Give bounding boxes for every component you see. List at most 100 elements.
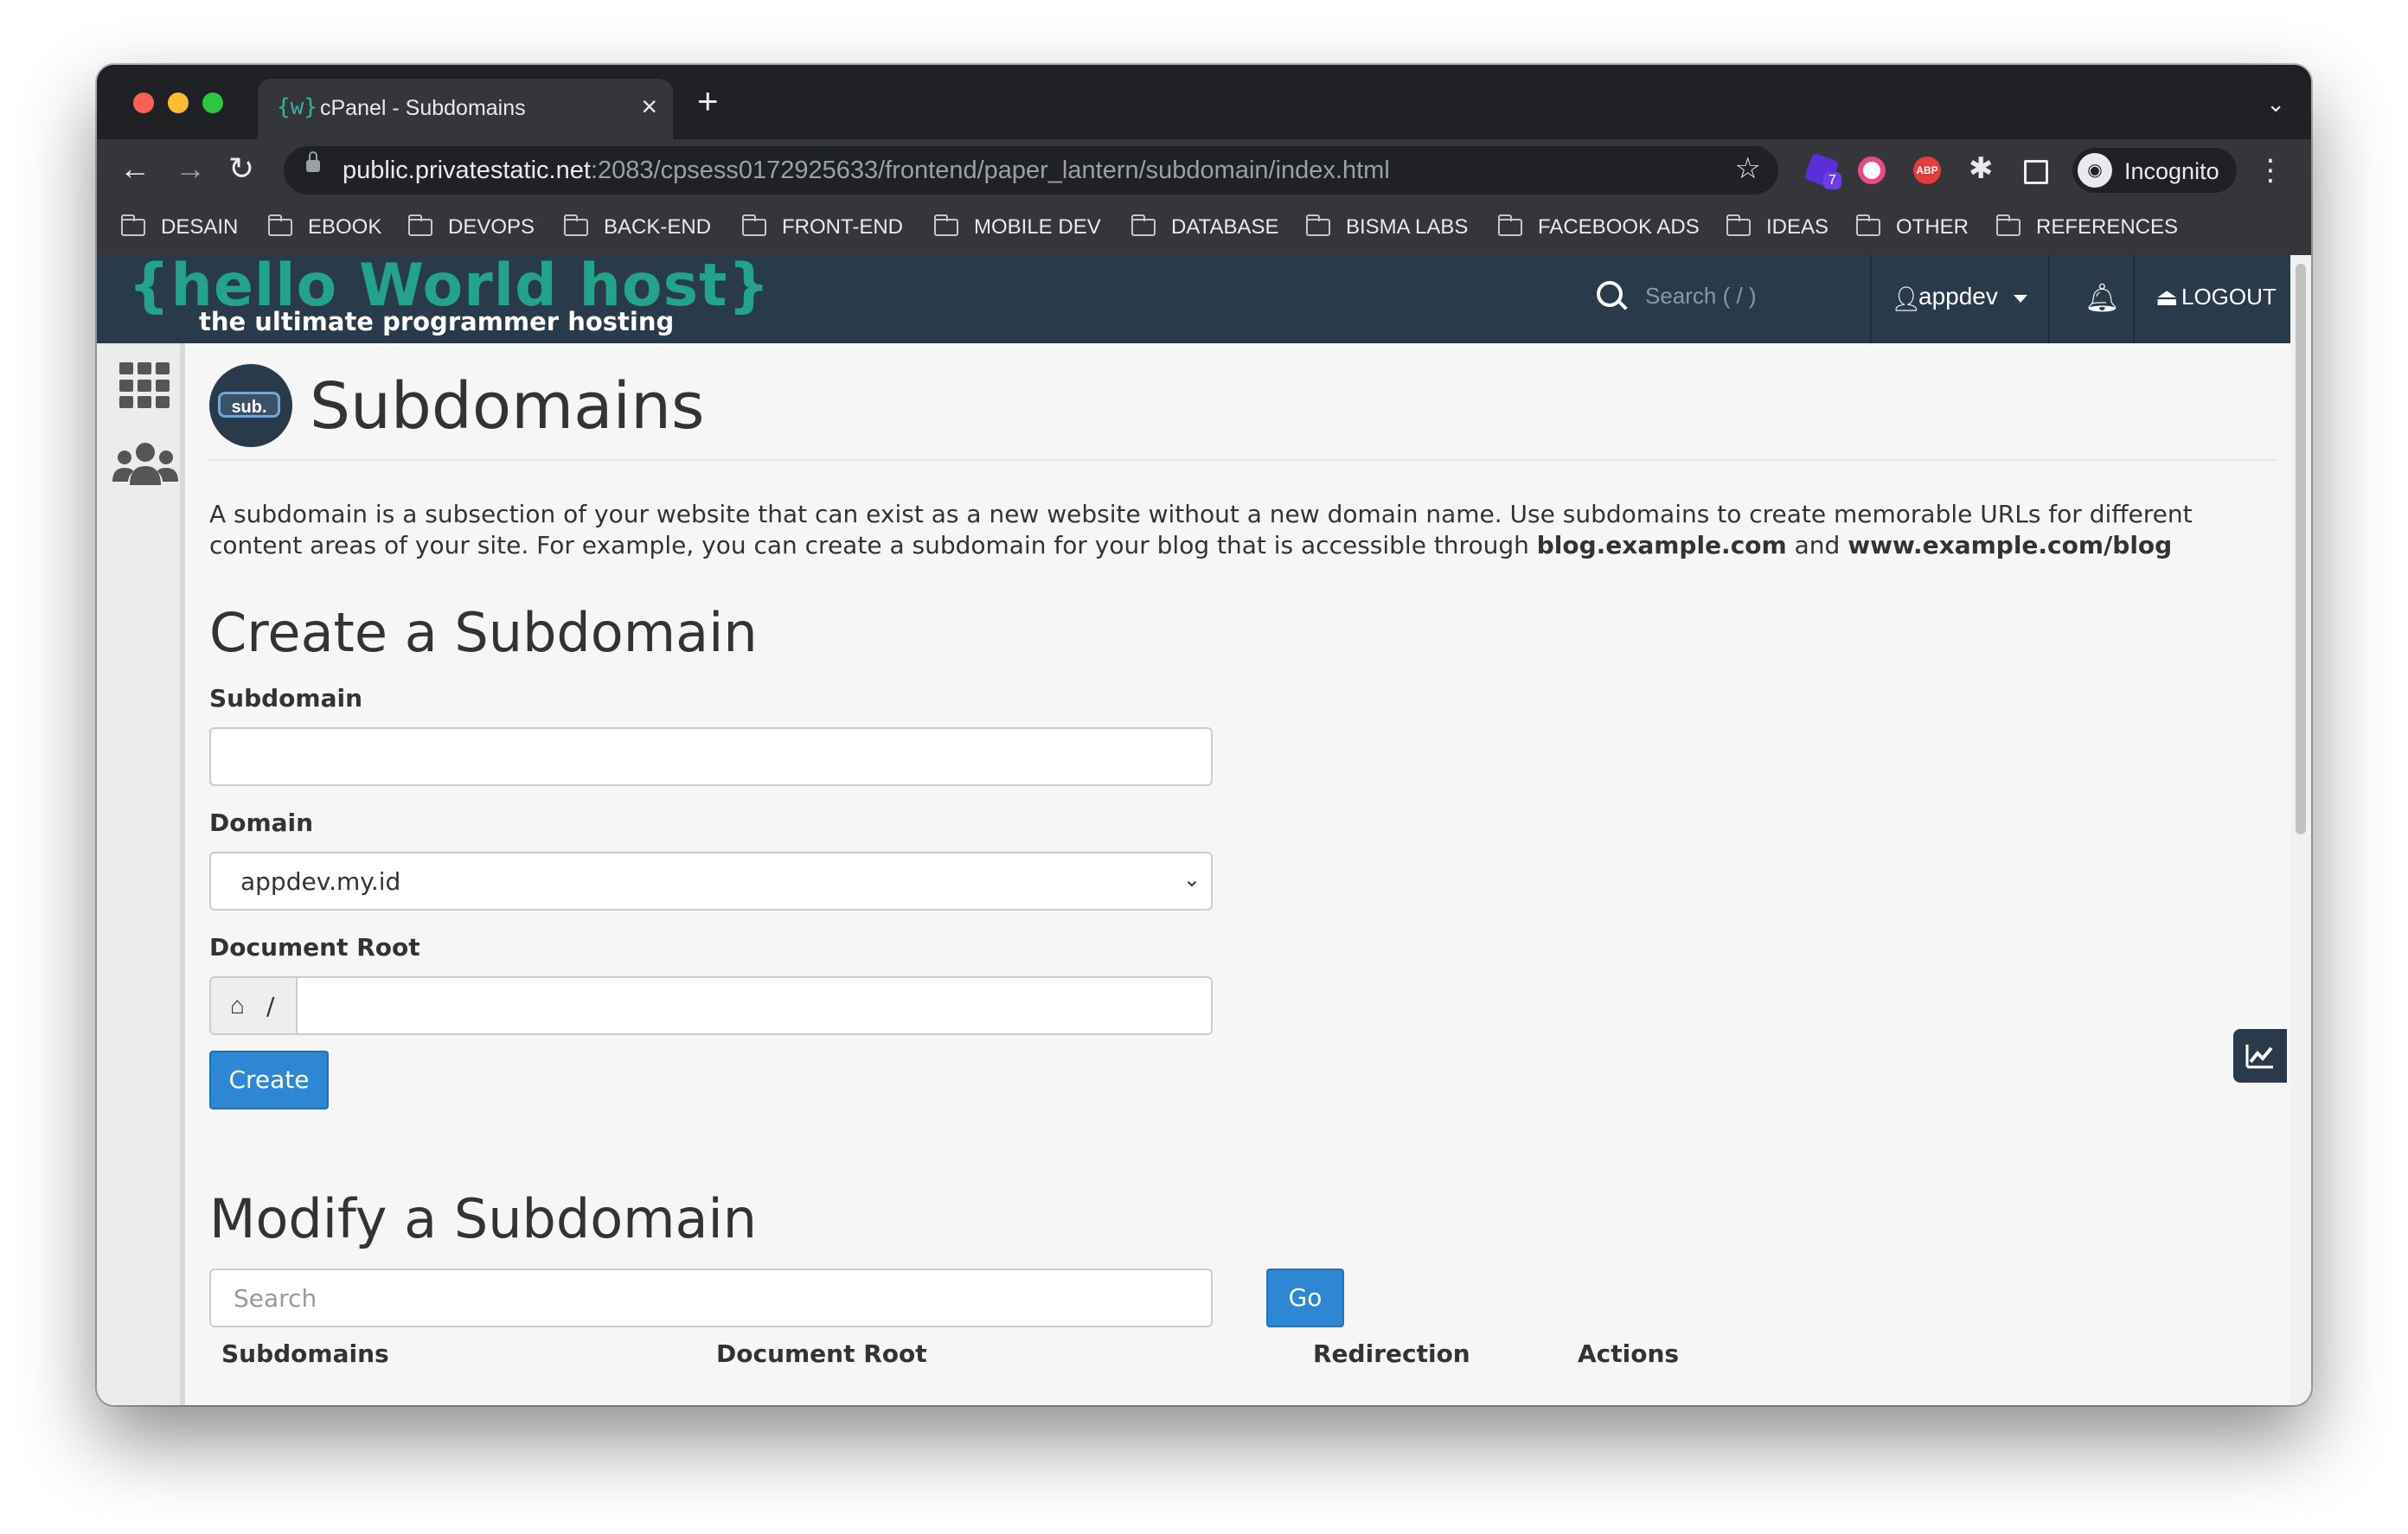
bookmark-folder[interactable]: BISMA LABS	[1306, 214, 1468, 240]
folder-icon	[1131, 214, 1156, 236]
column-header-actions: Actions	[1578, 1339, 1680, 1368]
page-scrollbar[interactable]	[2290, 255, 2311, 1405]
document-root-label: Document Root	[209, 933, 420, 962]
url-text[interactable]: public.privatestatic.net:2083/cpsess0172…	[343, 157, 1390, 185]
folder-icon	[1996, 214, 2021, 236]
browser-menu-icon[interactable]: ⋮	[2256, 153, 2285, 188]
domain-selected-value: appdev.my.id	[240, 867, 401, 896]
apps-grid-icon[interactable]	[119, 362, 170, 409]
folder-icon	[742, 214, 766, 236]
logo-tagline: the ultimate programmer hosting	[199, 307, 675, 336]
side-panel-icon[interactable]	[2024, 160, 2048, 184]
tab-close-icon[interactable]: ×	[641, 91, 657, 123]
user-menu[interactable]: appdev	[1918, 283, 1998, 310]
folder-icon	[121, 214, 145, 236]
tab-title: cPanel - Subdomains	[320, 96, 526, 120]
bookmark-star-icon[interactable]: ☆	[1735, 151, 1761, 186]
bookmark-folder[interactable]: OTHER	[1856, 214, 1969, 240]
bookmark-folder[interactable]: DEVOPS	[408, 214, 535, 240]
chevron-down-icon: ⌄	[1182, 868, 1201, 892]
chart-line-icon	[2245, 1045, 2273, 1069]
adblock-extension-icon[interactable]: ABP	[1913, 157, 1941, 184]
column-header-subdomains[interactable]: Subdomains	[221, 1339, 389, 1368]
tab-search-chevron-icon[interactable]: ⌄	[2266, 91, 2285, 118]
folder-icon	[268, 214, 292, 236]
close-window-button[interactable]	[133, 93, 154, 113]
search-icon[interactable]	[1597, 281, 1623, 307]
browser-window: {w} cPanel - Subdomains × + ⌄ ← → ↻ publ…	[97, 65, 2311, 1405]
folder-icon	[1856, 214, 1880, 236]
cpanel-header: {hello World host} the ultimate programm…	[97, 255, 2290, 343]
subdomain-input[interactable]	[209, 727, 1213, 786]
bookmark-folder[interactable]: BACK-END	[564, 214, 711, 240]
modify-subdomain-heading: Modify a Subdomain	[209, 1187, 758, 1250]
user-icon: 👤︎	[1891, 285, 1922, 312]
search-placeholder: Search	[234, 1284, 317, 1313]
scrollbar-thumb[interactable]	[2296, 264, 2306, 834]
go-button[interactable]: Go	[1266, 1269, 1344, 1327]
bookmark-folder[interactable]: MOBILE DEV	[934, 214, 1101, 240]
document-root-slash: /	[266, 992, 275, 1020]
new-tab-button[interactable]: +	[697, 83, 719, 119]
page-description: A subdomain is a subsection of your webs…	[209, 500, 2193, 559]
incognito-label: Incognito	[2124, 158, 2219, 184]
home-icon: ⌂	[230, 992, 245, 1019]
bookmark-folder[interactable]: IDEAS	[1726, 214, 1828, 240]
bookmark-folder[interactable]: FRONT-END	[742, 214, 903, 240]
address-bar[interactable]: public.privatestatic.net:2083/cpsess0172…	[284, 146, 1778, 195]
document-root-input[interactable]	[296, 976, 1213, 1035]
header-divider	[2048, 255, 2050, 343]
incognito-indicator[interactable]: ◉ Incognito	[2072, 148, 2237, 193]
folder-icon	[564, 214, 588, 236]
bookmark-folder[interactable]: FACEBOOK ADS	[1498, 214, 1700, 240]
subdomain-icon: sub.	[209, 364, 292, 447]
logout-button[interactable]: LOGOUT	[2181, 284, 2277, 310]
document-root-group: ⌂ /	[209, 976, 1213, 1035]
minimize-window-button[interactable]	[168, 93, 189, 113]
bookmark-folder[interactable]: EBOOK	[268, 214, 381, 240]
favicon-icon: {w}	[277, 94, 317, 120]
users-icon[interactable]	[112, 440, 178, 489]
column-header-document-root[interactable]: Document Root	[716, 1339, 927, 1368]
reload-icon[interactable]: ↻	[228, 148, 254, 189]
browser-tab[interactable]: {w} cPanel - Subdomains ×	[258, 79, 673, 139]
subdomain-label: Subdomain	[209, 684, 363, 713]
subdomain-search-input[interactable]: Search	[209, 1269, 1213, 1327]
stats-panel-button[interactable]	[2233, 1029, 2287, 1083]
tab-strip: {w} cPanel - Subdomains × + ⌄	[97, 65, 2311, 139]
page-viewport: {hello World host} the ultimate programm…	[97, 255, 2311, 1405]
document-root-prefix: ⌂ /	[209, 976, 298, 1035]
create-button[interactable]: Create	[209, 1051, 329, 1109]
browser-toolbar: ← → ↻ public.privatestatic.net:2083/cpse…	[97, 139, 2311, 201]
folder-icon	[408, 214, 432, 236]
header-divider	[1870, 255, 1872, 343]
forward-arrow-icon[interactable]: →	[175, 148, 206, 189]
back-arrow-icon[interactable]: ←	[119, 148, 150, 189]
bookmarks-bar: DESAIN EBOOK DEVOPS BACK-END FRONT-END M…	[97, 201, 2311, 257]
folder-icon	[934, 214, 958, 236]
logout-icon[interactable]: ⏏︎	[2155, 283, 2178, 311]
bookmark-folder[interactable]: DATABASE	[1131, 214, 1278, 240]
color-picker-extension-icon[interactable]	[1858, 157, 1886, 184]
create-subdomain-heading: Create a Subdomain	[209, 601, 758, 664]
header-search-input[interactable]: Search ( / )	[1645, 283, 1757, 310]
bell-icon[interactable]: 🔔︎	[2085, 281, 2120, 314]
folder-icon	[1726, 214, 1751, 236]
header-divider	[2133, 255, 2135, 343]
extension-badge: 7	[1823, 172, 1841, 189]
bookmark-folder[interactable]: REFERENCES	[1996, 214, 2178, 240]
folder-icon	[1306, 214, 1330, 236]
left-sidebar	[97, 343, 185, 1405]
column-header-redirection[interactable]: Redirection	[1313, 1339, 1470, 1368]
domain-select[interactable]: appdev.my.id ⌄	[209, 852, 1213, 911]
page-title: Subdomains	[310, 369, 705, 444]
maximize-window-button[interactable]	[202, 93, 223, 113]
bookmark-folder[interactable]: DESAIN	[121, 214, 238, 240]
folder-icon	[1498, 214, 1522, 236]
caret-down-icon[interactable]	[2014, 295, 2027, 303]
lock-icon[interactable]	[306, 151, 320, 172]
divider	[209, 459, 2277, 461]
incognito-icon: ◉	[2078, 153, 2112, 188]
puzzle-extensions-icon[interactable]: ✱	[1969, 151, 1996, 185]
domain-label: Domain	[209, 809, 314, 837]
